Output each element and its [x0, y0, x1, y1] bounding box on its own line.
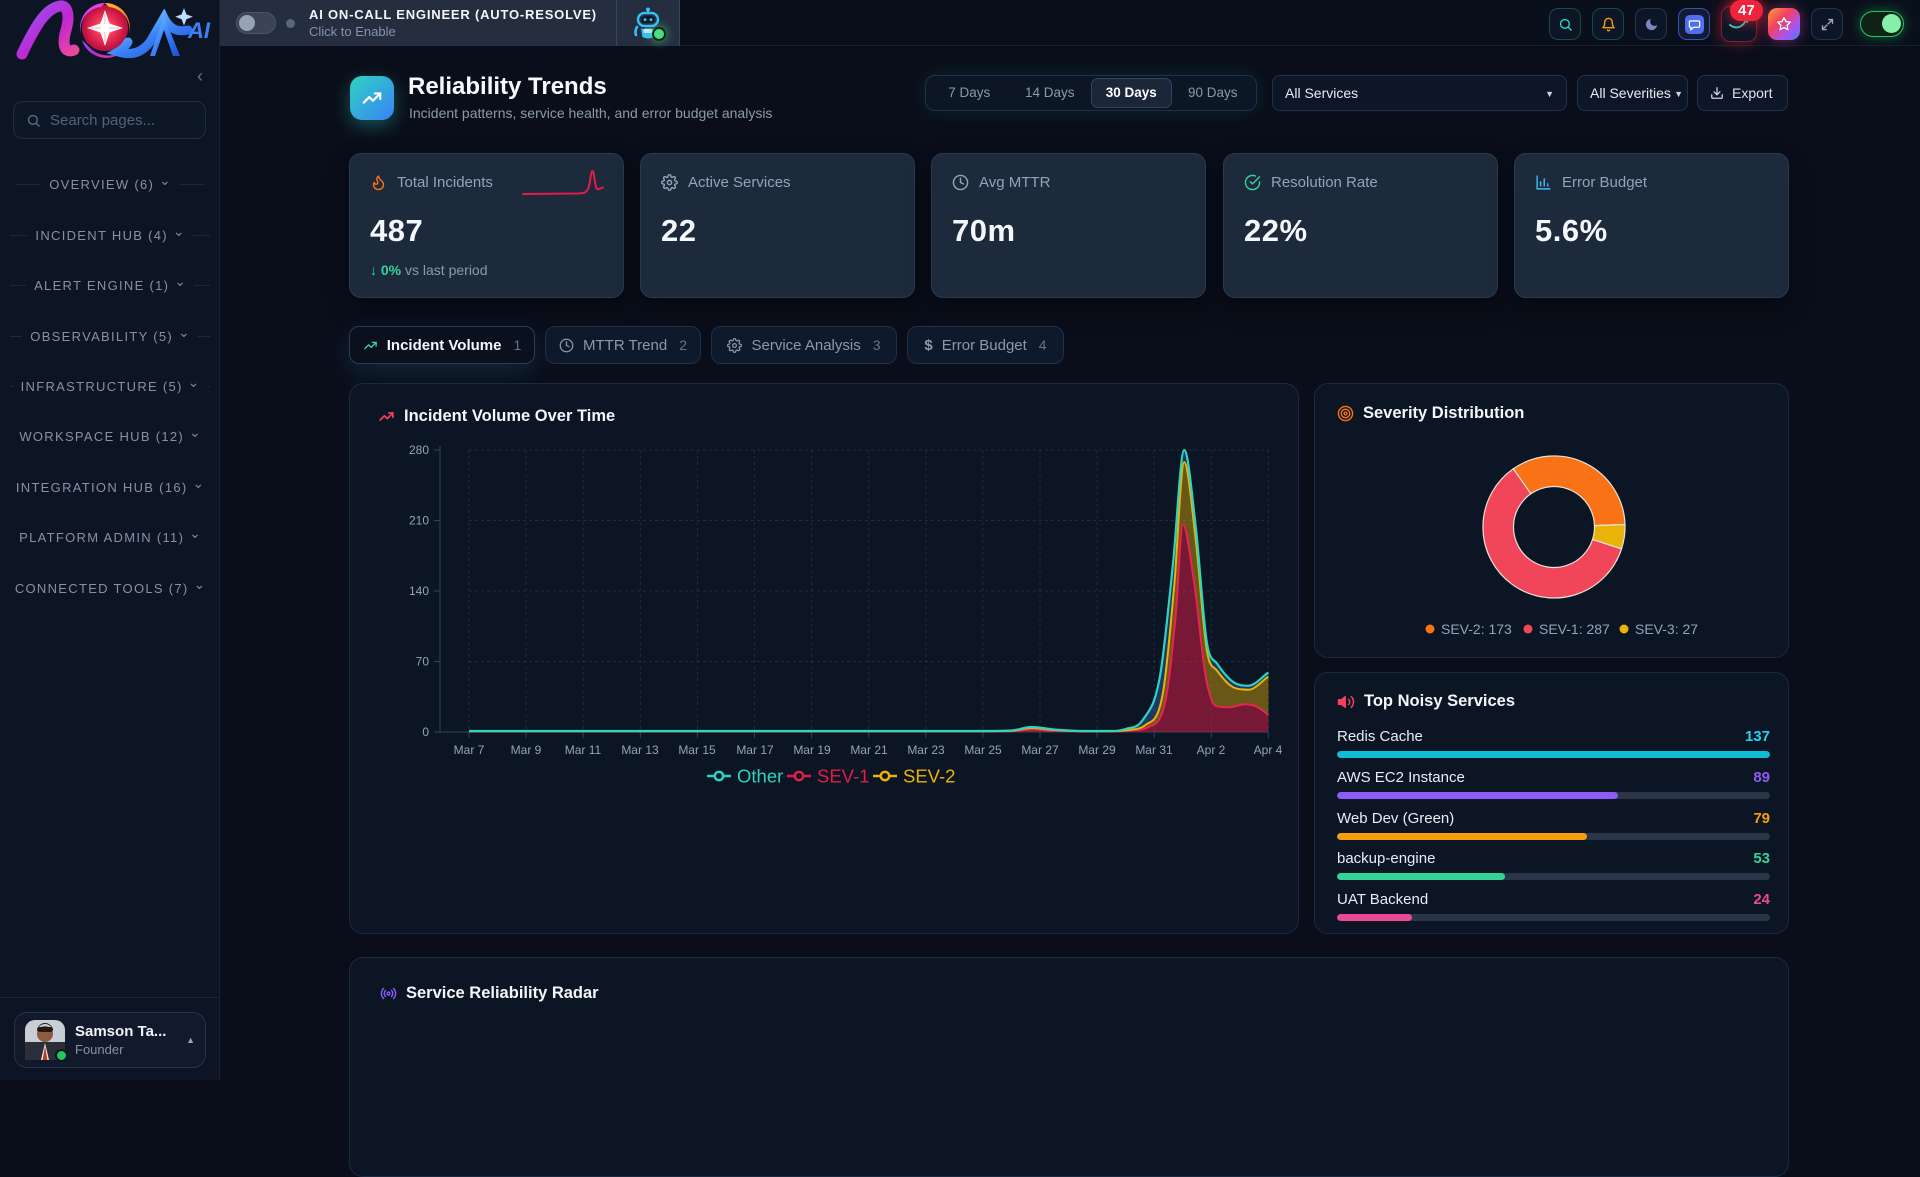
svg-text:140: 140 — [409, 584, 429, 598]
svg-text:Mar 13: Mar 13 — [621, 743, 659, 757]
svg-text:SEV-2: SEV-2 — [903, 766, 955, 787]
svg-text:Apr 2: Apr 2 — [1197, 743, 1226, 757]
svg-text:Mar 19: Mar 19 — [793, 743, 831, 757]
svg-text:Mar 27: Mar 27 — [1021, 743, 1059, 757]
svg-text:SEV-1: SEV-1 — [817, 766, 869, 787]
svg-text:280: 280 — [409, 443, 429, 457]
svg-text:AI: AI — [187, 18, 211, 43]
svg-text:Mar 31: Mar 31 — [1135, 743, 1173, 757]
svg-text:Mar 11: Mar 11 — [565, 743, 602, 757]
svg-text:Apr 4: Apr 4 — [1254, 743, 1283, 757]
svg-text:Mar 29: Mar 29 — [1078, 743, 1116, 757]
svg-text:0: 0 — [422, 725, 429, 739]
svg-text:Mar 7: Mar 7 — [454, 743, 485, 757]
svg-text:Mar 23: Mar 23 — [907, 743, 945, 757]
svg-text:SEV-2: 173: SEV-2: 173 — [1441, 621, 1512, 637]
svg-text:Mar 25: Mar 25 — [964, 743, 1002, 757]
svg-text:210: 210 — [409, 514, 429, 528]
svg-text:Mar 17: Mar 17 — [736, 743, 774, 757]
svg-text:Mar 21: Mar 21 — [850, 743, 888, 757]
svg-text:Mar 9: Mar 9 — [511, 743, 542, 757]
svg-text:SEV-1: 287: SEV-1: 287 — [1539, 621, 1610, 637]
svg-text:70: 70 — [416, 655, 430, 669]
svg-text:Other: Other — [737, 766, 783, 787]
svg-text:SEV-3: 27: SEV-3: 27 — [1635, 621, 1698, 637]
svg-text:Mar 15: Mar 15 — [678, 743, 716, 757]
